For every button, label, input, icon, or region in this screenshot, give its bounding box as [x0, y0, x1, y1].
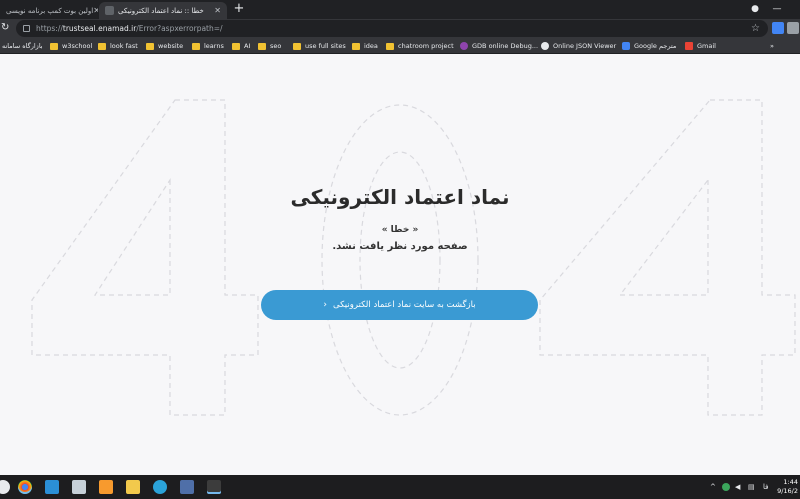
- gdb-icon: [460, 42, 468, 50]
- reload-icon[interactable]: ↻: [1, 22, 13, 34]
- url-scheme: https://: [36, 24, 63, 33]
- bookmark-item[interactable]: learns: [192, 41, 224, 51]
- translate-extension-icon[interactable]: [772, 22, 784, 34]
- new-tab-icon[interactable]: +: [232, 2, 246, 16]
- bookmark-label: Gmail: [697, 42, 716, 50]
- page-title: نماد اعتماد الکترونیکی: [290, 185, 510, 209]
- bookmark-label: w3school: [62, 42, 93, 50]
- tab-strip: اولین بوت کمپ برنامه نویسی ✕ خطا :: نماد…: [0, 0, 800, 19]
- speaker-icon[interactable]: ◀: [735, 483, 740, 491]
- bookmark-item[interactable]: use full sites: [293, 41, 346, 51]
- chevron-up-icon[interactable]: ^: [710, 483, 716, 491]
- tab-label: اولین بوت کمپ برنامه نویسی: [6, 6, 94, 15]
- folder-icon: [50, 42, 58, 50]
- bookmark-item[interactable]: بازارگاه سامانه: [2, 41, 43, 51]
- extension-icon[interactable]: [787, 22, 799, 34]
- bookmark-item[interactable]: chatroom project: [386, 41, 454, 51]
- page-content: نماد اعتماد الکترونیکی « خطا » صفحه مورد…: [0, 55, 800, 475]
- url-path: /Error?aspxerrorpath=/: [136, 24, 223, 33]
- bookmark-label: use full sites: [305, 42, 346, 50]
- error-label: « خطا »: [381, 225, 419, 235]
- app-icon[interactable]: [72, 480, 86, 494]
- bookmark-label: seo: [270, 42, 282, 50]
- folder-icon: [293, 42, 301, 50]
- translate-icon: [622, 42, 630, 50]
- vscode-icon[interactable]: [45, 480, 59, 494]
- bookmark-item[interactable]: Gmail: [685, 41, 716, 51]
- bookmark-label: idea: [364, 42, 378, 50]
- close-tab-icon[interactable]: ✕: [93, 6, 98, 15]
- xampp-icon[interactable]: [99, 480, 113, 494]
- error-message: صفحه مورد نظر یافت نشد.: [332, 241, 468, 252]
- background-404-graphic: [31, 99, 796, 416]
- browser-toolbar: ↻ https:// trustseal.enamad.ir /Error?as…: [0, 19, 800, 38]
- file-explorer-icon[interactable]: [126, 480, 140, 494]
- minimize-icon[interactable]: —: [770, 3, 784, 15]
- back-button-label: بازگشت به سایت نماد اعتماد الکترونیکی: [333, 300, 476, 310]
- lock-icon: [23, 25, 30, 32]
- bookmark-label: website: [158, 42, 184, 50]
- bookmark-label: GDB online Debug...: [472, 42, 539, 50]
- bookmark-label: Online JSON Viewer: [553, 42, 617, 50]
- bookmark-item[interactable]: w3school: [50, 41, 92, 51]
- media-app-icon[interactable]: [207, 480, 221, 494]
- bookmark-label: AI: [244, 42, 251, 50]
- bookmark-label: Google مترجم: [634, 42, 677, 50]
- tray-app-icon[interactable]: [722, 483, 730, 491]
- folder-icon: [352, 42, 360, 50]
- tab-bootcamp[interactable]: اولین بوت کمپ برنامه نویسی ✕: [0, 2, 98, 19]
- tab-label: خطا :: نماد اعتماد الکترونیکی: [118, 6, 204, 15]
- address-bar[interactable]: https:// trustseal.enamad.ir /Error?aspx…: [16, 20, 768, 37]
- chrome-icon[interactable]: [18, 480, 32, 494]
- bookmark-item[interactable]: idea: [352, 41, 378, 51]
- clock[interactable]: 1:44 9/16/2: [777, 478, 798, 496]
- bookmark-item[interactable]: GDB online Debug...: [460, 41, 538, 51]
- gmail-icon: [685, 42, 693, 50]
- json-icon: [541, 42, 549, 50]
- folder-icon: [192, 42, 200, 50]
- clock-time: 1:44: [783, 478, 798, 486]
- folder-icon: [386, 42, 394, 50]
- folder-icon: [258, 42, 266, 50]
- profile-icon[interactable]: ●: [748, 3, 762, 15]
- clock-date: 9/16/2: [777, 487, 798, 495]
- telegram-icon[interactable]: [153, 480, 167, 494]
- url-host: trustseal.enamad.ir: [62, 24, 137, 33]
- tab-enamad-error[interactable]: خطا :: نماد اعتماد الکترونیکی ✕: [99, 2, 227, 19]
- bookmark-label: chatroom project: [398, 42, 454, 50]
- bookmark-item[interactable]: look fast: [98, 41, 138, 51]
- folder-icon: [232, 42, 240, 50]
- chevron-left-icon: ‹: [323, 300, 328, 310]
- bookmark-star-icon[interactable]: ☆: [751, 23, 760, 34]
- bookmark-item[interactable]: AI: [232, 41, 250, 51]
- network-icon[interactable]: ▤: [748, 483, 755, 491]
- bookmark-item[interactable]: website: [146, 41, 183, 51]
- language-indicator[interactable]: فا: [763, 483, 768, 491]
- bookmark-item[interactable]: Google مترجم: [622, 41, 676, 51]
- bookmark-label: learns: [204, 42, 224, 50]
- bookmark-item[interactable]: Online JSON Viewer: [541, 41, 616, 51]
- close-tab-icon[interactable]: ✕: [214, 6, 221, 15]
- folder-icon: [98, 42, 106, 50]
- back-to-site-button[interactable]: بازگشت به سایت نماد اعتماد الکترونیکی ‹: [261, 290, 538, 320]
- folder-icon: [146, 42, 154, 50]
- bookmark-label: look fast: [110, 42, 138, 50]
- calculator-icon[interactable]: [180, 480, 194, 494]
- bookmarks-overflow-icon[interactable]: »: [770, 41, 774, 51]
- taskbar: ^ ◀ ▤ فا 1:44 9/16/2: [0, 475, 800, 499]
- bookmark-item[interactable]: seo: [258, 41, 281, 51]
- bookmarks-bar: بازارگاه سامانه w3school look fast websi…: [0, 38, 800, 54]
- bookmark-label: بازارگاه سامانه: [2, 42, 43, 50]
- start-icon[interactable]: [0, 480, 10, 494]
- enamad-favicon-icon: [105, 6, 114, 15]
